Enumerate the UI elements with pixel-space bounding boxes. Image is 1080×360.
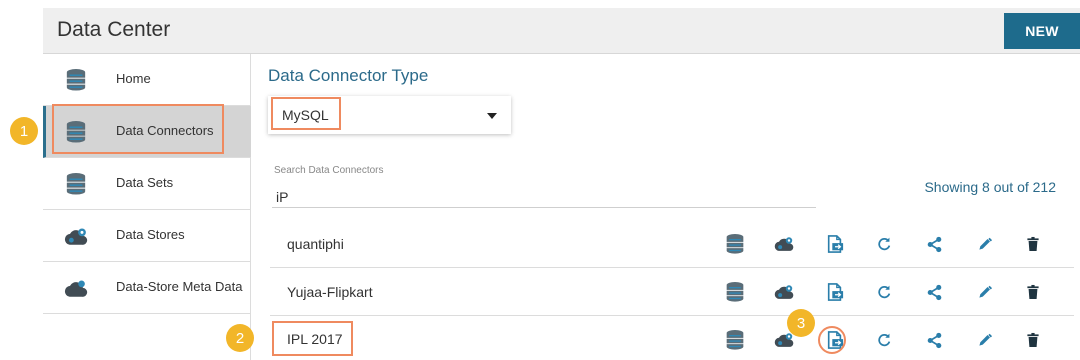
import-document-icon[interactable]: [823, 232, 847, 256]
page-title: Data Connector Type: [268, 66, 429, 85]
table-row: quantiphi: [270, 220, 1074, 268]
sidebar-item-label: Data Connectors: [116, 123, 214, 138]
database-icon: [63, 67, 89, 93]
import-document-icon[interactable]: [823, 280, 847, 304]
cloud-gear-icon[interactable]: [772, 232, 796, 256]
connector-name[interactable]: Yujaa-Flipkart: [287, 284, 373, 300]
sidebar-item-data-store-meta-data[interactable]: Data-Store Meta Data: [43, 262, 251, 314]
connector-name[interactable]: quantiphi: [287, 236, 344, 252]
refresh-icon[interactable]: [872, 280, 896, 304]
search-input[interactable]: [272, 186, 816, 208]
delete-icon[interactable]: [1021, 280, 1045, 304]
app-header: Data Center NEW: [43, 8, 1080, 54]
edit-icon[interactable]: [973, 232, 997, 256]
connector-type-value: MySQL: [282, 107, 329, 123]
share-icon[interactable]: [922, 280, 946, 304]
highlight-import-icon: [818, 326, 846, 354]
connector-name[interactable]: IPL 2017: [287, 331, 343, 347]
database-icon[interactable]: [723, 280, 747, 304]
new-button[interactable]: NEW: [1004, 13, 1080, 49]
edit-icon[interactable]: [973, 328, 997, 352]
step-marker-3: 3: [787, 309, 815, 337]
chevron-down-icon: [487, 113, 497, 119]
database-icon[interactable]: [723, 328, 747, 352]
table-row: Yujaa-Flipkart: [270, 268, 1074, 316]
step-marker-2: 2: [226, 324, 254, 352]
share-icon[interactable]: [922, 328, 946, 352]
delete-icon[interactable]: [1021, 328, 1045, 352]
connector-type-select[interactable]: MySQL: [268, 96, 511, 134]
sidebar-item-label: Data-Store Meta Data: [116, 279, 243, 294]
database-icon: [63, 119, 89, 145]
refresh-icon[interactable]: [872, 328, 896, 352]
cloud-gear-icon: [63, 223, 89, 249]
cloud-icon: [63, 275, 89, 301]
edit-icon[interactable]: [973, 280, 997, 304]
database-icon: [63, 171, 89, 197]
sidebar-item-label: Home: [116, 71, 151, 86]
sidebar-item-label: Data Stores: [116, 227, 185, 242]
showing-count: Showing 8 out of 212: [924, 179, 1056, 195]
sidebar-item-label: Data Sets: [116, 175, 174, 190]
table-row: IPL 2017: [270, 316, 1074, 360]
refresh-icon[interactable]: [872, 232, 896, 256]
app-title: Data Center: [57, 18, 171, 41]
sidebar: Home Data Connectors Data Sets Data Stor…: [43, 54, 251, 360]
share-icon[interactable]: [922, 232, 946, 256]
delete-icon[interactable]: [1021, 232, 1045, 256]
database-icon[interactable]: [723, 232, 747, 256]
sidebar-item-home[interactable]: Home: [43, 54, 251, 106]
cloud-gear-icon[interactable]: [772, 280, 796, 304]
search-label: Search Data Connectors: [274, 165, 384, 176]
step-marker-1: 1: [10, 117, 38, 145]
sidebar-item-data-connectors[interactable]: Data Connectors: [43, 106, 251, 158]
sidebar-item-data-sets[interactable]: Data Sets: [43, 158, 251, 210]
sidebar-item-data-stores[interactable]: Data Stores: [43, 210, 251, 262]
